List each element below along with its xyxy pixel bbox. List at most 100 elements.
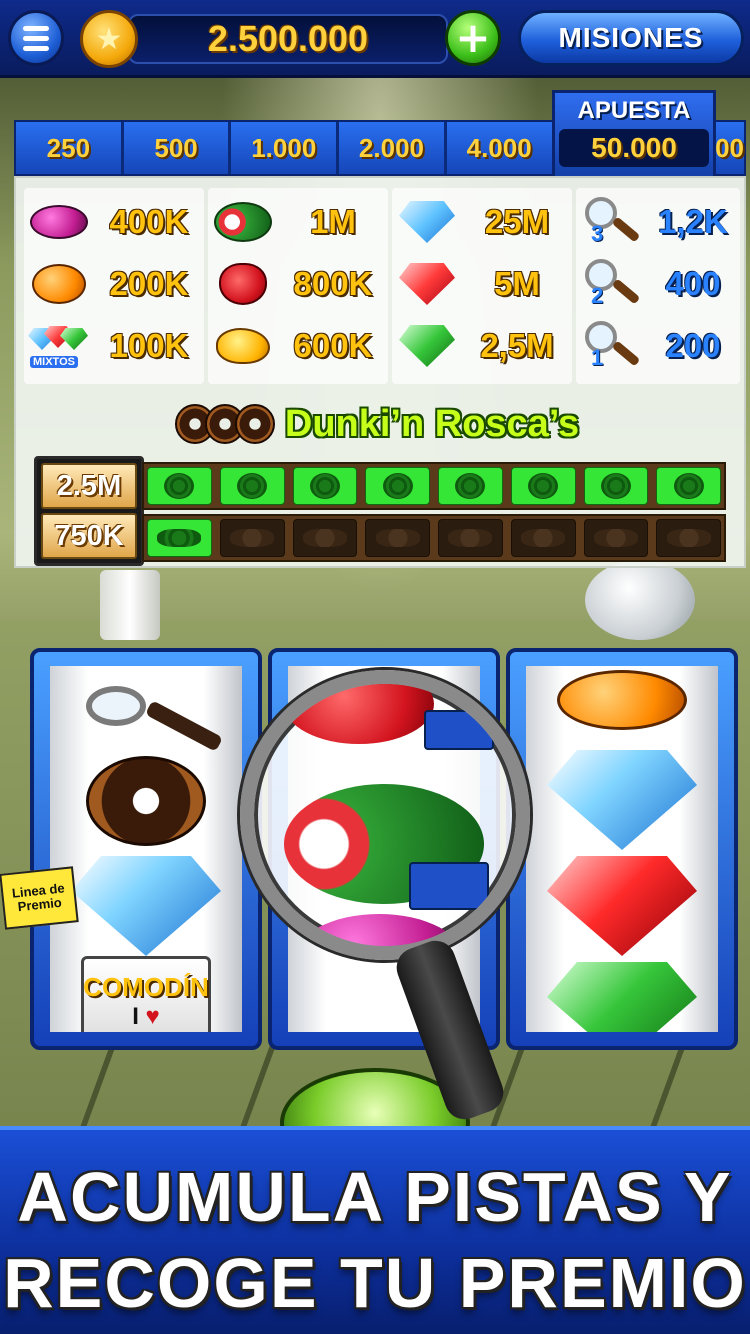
fingerprint-slot [292,467,358,505]
coin-balance: 2.500.000 [207,18,369,59]
missions-button[interactable]: MISIONES [518,10,744,66]
fingerprint-icon [309,473,340,499]
green-diamond-icon [547,962,697,1032]
fingerprint-icon [673,473,704,499]
footprint-slot [583,519,649,557]
payline-tag: Linea de Premio [0,866,79,930]
paytable-row: 600K [208,316,388,376]
bet-option[interactable]: 1.000 [231,122,340,174]
top-bar: 2.500.000 ★ + MISIONES [0,0,750,78]
footprint-icon [230,529,275,547]
fingerprint-icon [528,473,559,499]
footprint-slot [219,519,285,557]
payout-value: 400K [109,203,189,240]
watermelon-icon [214,202,272,242]
fingerprint-icon [237,473,268,499]
bet-option-label: 1.000 [251,132,317,163]
bet-option-label: 500 [154,132,198,163]
background-sink [585,560,695,640]
heart-icon: ♥ [145,1002,160,1030]
red-diamond-icon [399,263,455,305]
bonus-prize-top: 2.5M [41,463,137,509]
paytable-row: MIXTOS 100K [24,316,204,376]
fingerprint-slot [147,467,212,505]
footprint-slot [292,519,358,557]
paytable-row: 400K [24,192,204,252]
donut-icon [86,756,206,846]
footprint-clue-icon [424,710,494,750]
menu-button[interactable] [8,10,64,66]
bet-option[interactable]: 500 [124,122,232,174]
paytable-column: 25M 5M 2,5M [392,188,572,384]
payout-value: 200K [109,265,189,302]
payout-value: 200 [665,327,721,364]
green-diamond-icon [399,325,455,367]
footprint-slot [656,519,721,557]
magnifier-lens [240,670,530,960]
payout-value: 1,2K [658,203,728,240]
banner-text: ACUMULA PISTAS Y RECOGE TU PREMIO [0,1154,750,1326]
fingerprint-progress [142,462,726,510]
payout-value: 100K [109,327,189,364]
fingerprint-clue-icon [409,862,489,910]
bonus-title-row: Dunki’n Rosca’s [16,390,748,458]
fingerprint-slot [438,467,503,505]
bet-option-label: 2.000 [358,132,424,163]
menu-icon-line [23,25,49,31]
reel-1: COMODÍN I ♥ [30,648,262,1050]
menu-icon-line [23,35,49,41]
banner-line-1: ACUMULA PISTAS Y [17,1158,733,1236]
coin-star-icon: ★ [80,10,138,68]
paytable-column: 3 1,2K 2 400 1 200 [576,188,740,384]
balance-box: 2.500.000 [128,14,448,64]
paytable-row: 800K [208,254,388,314]
fingerprint-slot [510,467,576,505]
paytable-row: 3 1,2K [576,192,740,252]
bet-option-label: 4.000 [466,132,532,163]
paytable-row: 5M [392,254,572,314]
red-diamond-icon [547,856,697,956]
footprint-progress [142,514,726,562]
bet-option[interactable]: 250 [16,122,124,174]
footprint-icon [521,529,566,547]
bet-option[interactable]: 2.000 [339,122,447,174]
payout-value: 400 [665,265,721,302]
missions-label: MISIONES [558,22,704,53]
footprint-icon [302,529,347,547]
footprint-icon [666,529,711,547]
reel-3 [506,648,738,1050]
plum-icon [30,205,88,239]
fingerprint-slot [219,467,285,505]
fingerprint-icon [600,473,631,499]
mango-icon [216,328,270,364]
footprint-icon [448,529,493,547]
blue-diamond-icon [71,856,221,956]
banner-line-2: RECOGE TU PREMIO [3,1244,747,1322]
blue-diamond-icon [547,750,697,850]
add-coins-button[interactable]: + [445,10,501,66]
fingerprint-slot [365,467,430,505]
plus-icon: + [455,13,491,62]
fingerprint-icon [382,473,413,499]
footprint-icon [375,529,420,547]
mixed-label: MIXTOS [30,356,78,368]
payout-value: 1M [310,203,356,240]
bonus-prize-bottom: 750K [41,513,137,559]
paytable-row: 25M [392,192,572,252]
selected-bet[interactable]: APUESTA 50.000 [552,90,716,176]
payout-value: 600K [293,327,373,364]
magnifier-icon: 1 [581,319,641,373]
footprint-slot [510,519,576,557]
fingerprint-icon [455,473,486,499]
fingerprint-slot [656,467,721,505]
wild-label: COMODÍN [83,971,209,1002]
mixed-gems-icon: MIXTOS [28,324,90,368]
bet-option[interactable]: 4.000 [447,122,555,174]
magnifier-count: 1 [591,345,604,370]
paytable-row: 2,5M [392,316,572,376]
payout-value: 25M [484,203,550,240]
fingerprint-slot [583,467,649,505]
footprint-icon [593,529,638,547]
bet-value: 50.000 [559,129,709,167]
footprint-slot [438,519,503,557]
